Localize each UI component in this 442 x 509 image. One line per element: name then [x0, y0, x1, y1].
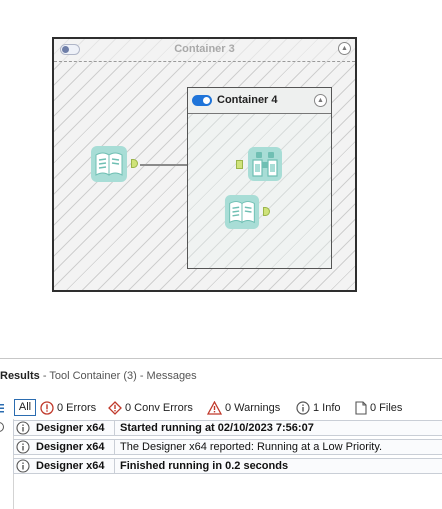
filter-info-label: 1 Info — [313, 402, 341, 414]
output-anchor[interactable] — [263, 207, 270, 216]
filter-conv-errors-label: 0 Conv Errors — [125, 402, 193, 414]
book-icon — [224, 194, 260, 230]
list-icon[interactable] — [0, 403, 4, 413]
input-data-tool-2[interactable] — [224, 194, 260, 230]
filter-all-button[interactable]: All — [14, 399, 36, 416]
filter-files-button[interactable]: 0 Files — [355, 399, 402, 417]
container-3-collapse-button[interactable]: ▲ — [338, 42, 351, 55]
filter-errors-button[interactable]: 0 Errors — [40, 399, 96, 417]
results-title: Results - Tool Container (3) - Messages — [0, 370, 197, 382]
column-divider — [114, 420, 115, 436]
results-label: Results — [0, 370, 40, 382]
message-row[interactable]: Designer x64 Started running at 02/10/20… — [0, 419, 442, 437]
filter-conv-errors-button[interactable]: 0 Conv Errors — [108, 399, 193, 417]
container-3-header[interactable]: Container 3 ▲ — [54, 39, 355, 62]
message-source: Designer x64 — [36, 422, 105, 434]
container-4-collapse-button[interactable]: ▲ — [314, 94, 327, 107]
container-3-title: Container 3 — [174, 43, 235, 55]
tool-container-3[interactable]: Container 3 ▲ Container 4 ▲ — [52, 37, 357, 292]
toggle-knob — [203, 97, 210, 104]
warning-icon — [207, 401, 222, 415]
binoculars-icon — [248, 147, 282, 181]
results-filter-bar: All 0 Errors 0 Conv Errors 0 Warnings 1 … — [0, 399, 442, 417]
file-icon — [355, 401, 367, 415]
column-divider — [114, 458, 115, 474]
book-icon — [91, 146, 127, 182]
tool-container-4[interactable]: Container 4 ▲ — [187, 87, 332, 269]
results-subtitle: - Tool Container (3) - Messages — [42, 370, 197, 382]
error-icon — [40, 401, 54, 415]
info-icon — [16, 440, 30, 454]
filter-files-label: 0 Files — [370, 402, 403, 414]
filter-errors-label: 0 Errors — [57, 402, 97, 414]
filter-warnings-button[interactable]: 0 Warnings — [207, 399, 280, 417]
info-icon — [16, 421, 30, 435]
message-text: Finished running in 0.2 seconds — [120, 460, 289, 472]
workflow-canvas[interactable]: Container 3 ▲ Container 4 ▲ — [0, 0, 442, 358]
filter-info-button[interactable]: 1 Info — [296, 399, 341, 417]
output-anchor[interactable] — [131, 159, 138, 168]
message-source: Designer x64 — [36, 460, 105, 472]
conversion-error-icon — [108, 401, 122, 416]
container-4-title: Container 4 — [217, 94, 278, 106]
input-anchor[interactable] — [236, 160, 243, 169]
input-data-tool[interactable] — [90, 145, 128, 183]
message-row[interactable]: Designer x64 Finished running in 0.2 sec… — [0, 457, 442, 475]
container-4-toggle[interactable] — [192, 95, 212, 106]
message-row[interactable]: Designer x64 The Designer x64 reported: … — [0, 438, 442, 456]
message-source: Designer x64 — [36, 441, 105, 453]
filter-warnings-label: 0 Warnings — [225, 402, 281, 414]
message-text: The Designer x64 reported: Running at a … — [120, 441, 383, 453]
container-4-header[interactable]: Container 4 ▲ — [188, 88, 331, 114]
results-panel: Results - Tool Container (3) - Messages … — [0, 358, 442, 509]
info-icon — [16, 459, 30, 473]
column-divider — [114, 439, 115, 455]
message-text: Started running at 02/10/2023 7:56:07 — [120, 422, 314, 434]
browse-tool[interactable] — [247, 146, 283, 182]
info-icon — [296, 401, 310, 415]
